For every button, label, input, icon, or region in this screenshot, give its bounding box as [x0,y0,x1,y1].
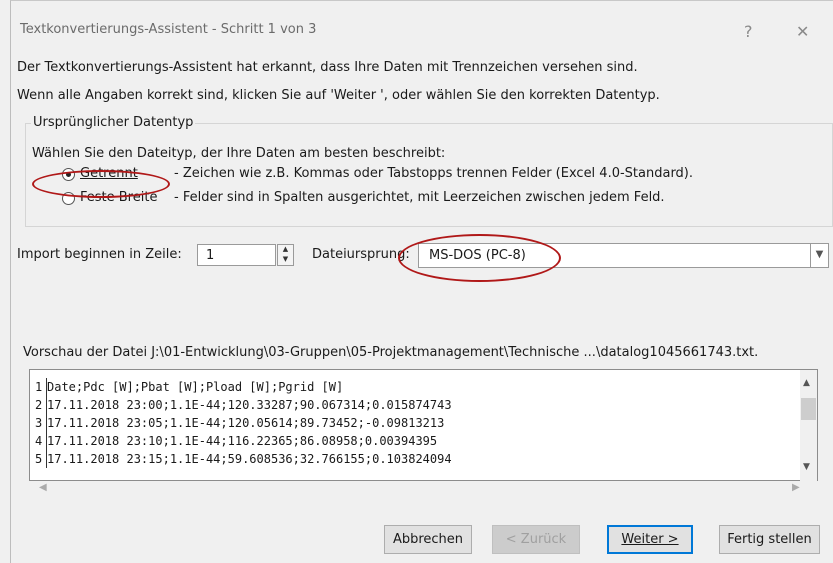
preview-row-text: 17.11.2018 23:00;1.1E-44;120.33287;90.06… [47,398,452,412]
preview-vertical-scrollbar[interactable]: ▲ ▼ [800,370,817,482]
stepper-down-icon[interactable]: ▼ [278,255,293,265]
preview-row: 5 17.11.2018 23:15;1.1E-44;59.608536;32.7… [35,450,452,468]
preview-row: 1 Date;Pdc [W];Pbat [W];Pload [W];Pgrid [… [35,378,343,396]
chevron-down-icon[interactable]: ▼ [811,243,829,268]
intro-text-line2: Wenn alle Angaben korrekt sind, klicken … [17,88,660,103]
stepper-up-icon[interactable]: ▲ [278,245,293,255]
preview-row-number: 1 [35,378,47,396]
radio-delimited-description: - Zeichen wie z.B. Kommas oder Tabstopps… [174,166,694,181]
back-button[interactable]: < Zurück [492,525,580,554]
import-start-row-label: Import beginnen in Zeile: [17,247,182,262]
scroll-down-icon[interactable]: ▼ [803,462,810,472]
preview-row-text: 17.11.2018 23:15;1.1E-44;59.608536;32.76… [47,452,452,466]
datatype-group-caption: Ursprünglicher Datentyp [31,115,196,130]
preview-row-text: 17.11.2018 23:05;1.1E-44;120.05614;89.73… [47,416,445,430]
finish-button[interactable]: Fertig stellen [719,525,820,554]
file-origin-label: Dateiursprung: [312,247,410,262]
intro-text-line1: Der Textkonvertierungs-Assistent hat erk… [17,60,638,75]
preview-row: 3 17.11.2018 23:05;1.1E-44;120.05614;89.7… [35,414,444,432]
preview-row-number: 5 [35,450,47,468]
preview-row-number: 3 [35,414,47,432]
annotation-ellipse-delimited [32,170,170,198]
text-import-wizard-dialog: Textkonvertierungs-Assistent - Schritt 1… [10,0,833,563]
annotation-ellipse-origin [398,234,561,282]
scroll-up-icon[interactable]: ▲ [803,378,810,388]
preview-row: 2 17.11.2018 23:00;1.1E-44;120.33287;90.0… [35,396,452,414]
preview-row-number: 4 [35,432,47,450]
scroll-left-icon[interactable]: ◀ [39,482,47,493]
preview-row-number: 2 [35,396,47,414]
scroll-right-icon[interactable]: ▶ [792,482,800,493]
import-start-row-value: 1 [206,248,215,263]
next-button[interactable]: Weiter > [607,525,693,554]
preview-row-text: Date;Pdc [W];Pbat [W];Pload [W];Pgrid [W… [47,380,344,394]
radio-fixed-width-description: - Felder sind in Spalten ausgerichtet, m… [174,190,665,205]
close-icon[interactable]: ✕ [796,22,809,41]
preview-row-text: 17.11.2018 23:10;1.1E-44;116.22365;86.08… [47,434,438,448]
scrollbar-thumb[interactable] [801,398,816,420]
datatype-prompt: Wählen Sie den Dateityp, der Ihre Daten … [32,146,446,161]
import-start-row-stepper[interactable]: ▲ ▼ [277,244,294,266]
import-start-row-input[interactable]: 1 [197,244,276,266]
preview-caption: Vorschau der Datei J:\01-Entwicklung\03-… [23,345,759,360]
dialog-title: Textkonvertierungs-Assistent - Schritt 1… [20,22,317,37]
preview-horizontal-scrollbar[interactable]: ◀ ▶ [29,481,818,497]
cancel-button[interactable]: Abbrechen [384,525,472,554]
preview-area[interactable]: 1 Date;Pdc [W];Pbat [W];Pload [W];Pgrid [… [29,369,818,482]
help-button[interactable]: ? [744,22,753,41]
preview-row: 4 17.11.2018 23:10;1.1E-44;116.22365;86.0… [35,432,437,450]
